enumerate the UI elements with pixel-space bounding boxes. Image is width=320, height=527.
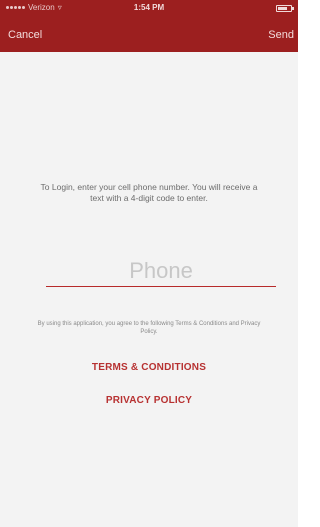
- privacy-link[interactable]: PRIVACY POLICY: [0, 395, 298, 406]
- login-screen: Verizon ▿ 1:54 PM Cancel Send To Login, …: [0, 0, 298, 527]
- header-bar: Verizon ▿ 1:54 PM Cancel Send: [0, 0, 298, 52]
- login-instructions: To Login, enter your cell phone number. …: [40, 182, 258, 203]
- status-bar: Verizon ▿ 1:54 PM: [0, 0, 298, 18]
- phone-input[interactable]: [46, 255, 276, 287]
- cancel-button[interactable]: Cancel: [8, 29, 42, 41]
- battery-icon: [276, 5, 294, 12]
- agreement-text: By using this application, you agree to …: [37, 321, 261, 335]
- status-time: 1:54 PM: [133, 3, 165, 12]
- nav-bar: Cancel Send: [0, 18, 298, 52]
- send-button[interactable]: Send: [268, 29, 294, 41]
- terms-link[interactable]: TERMS & CONDITIONS: [0, 362, 298, 373]
